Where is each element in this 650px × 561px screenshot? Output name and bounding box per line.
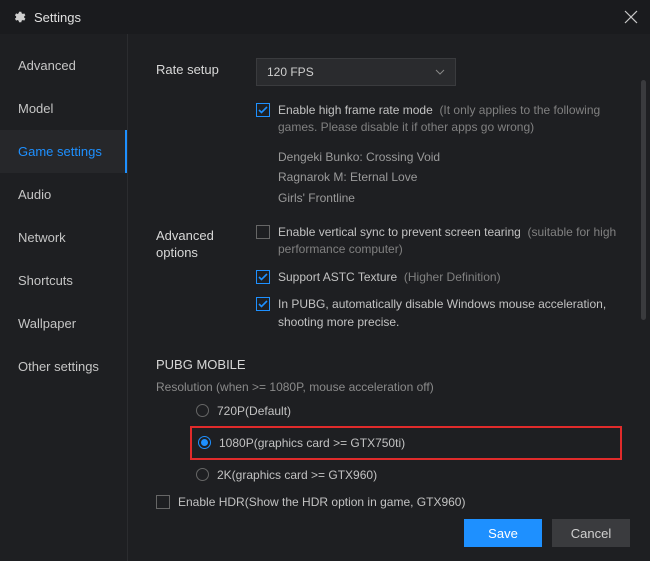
pubg-res-720p[interactable]: 720P(Default): [196, 404, 622, 418]
pubg-mouse-text: In PUBG, automatically disable Windows m…: [278, 296, 622, 331]
gear-icon: [12, 10, 26, 24]
pubg-mouse-checkbox[interactable]: [256, 297, 270, 311]
rate-setup-select[interactable]: 120 FPS: [256, 58, 456, 86]
pubg-res-2k[interactable]: 2K(graphics card >= GTX960): [196, 468, 622, 482]
astc-text: Support ASTC Texture (Higher Definition): [278, 269, 501, 286]
save-button[interactable]: Save: [464, 519, 542, 547]
sidebar-item-advanced[interactable]: Advanced: [0, 44, 127, 87]
advanced-options-label: Advanced options: [156, 224, 256, 341]
rate-setup-value: 120 FPS: [267, 65, 314, 79]
sidebar-item-game-settings[interactable]: Game settings: [0, 130, 127, 173]
high-frame-game-list: Dengeki Bunko: Crossing Void Ragnarok M:…: [278, 147, 622, 208]
window-title: Settings: [34, 10, 81, 25]
chevron-down-icon: [435, 69, 445, 75]
high-frame-checkbox[interactable]: [256, 103, 270, 117]
sidebar: Advanced Model Game settings Audio Netwo…: [0, 34, 128, 561]
hdr-checkbox[interactable]: [156, 495, 170, 509]
cancel-button[interactable]: Cancel: [552, 519, 630, 547]
pubg-subhint: Resolution (when >= 1080P, mouse acceler…: [156, 380, 622, 394]
pubg-heading: PUBG MOBILE: [156, 357, 622, 372]
sidebar-item-model[interactable]: Model: [0, 87, 127, 130]
sidebar-item-other-settings[interactable]: Other settings: [0, 345, 127, 388]
sidebar-item-network[interactable]: Network: [0, 216, 127, 259]
sidebar-item-shortcuts[interactable]: Shortcuts: [0, 259, 127, 302]
main-panel: Rate setup 120 FPS Enable high frame rat…: [128, 34, 650, 561]
close-icon[interactable]: [624, 10, 638, 24]
pubg-res-1080p[interactable]: 1080P(graphics card >= GTX750ti): [198, 436, 614, 450]
hdr-text: Enable HDR(Show the HDR option in game, …: [178, 494, 465, 511]
vsync-checkbox[interactable]: [256, 225, 270, 239]
highlight-box: 1080P(graphics card >= GTX750ti): [190, 426, 622, 460]
titlebar: Settings: [0, 0, 650, 34]
sidebar-item-audio[interactable]: Audio: [0, 173, 127, 216]
high-frame-text: Enable high frame rate mode (It only app…: [278, 102, 622, 137]
rate-setup-label: Rate setup: [156, 58, 256, 86]
pubg-resolution-group: 720P(Default) 1080P(graphics card >= GTX…: [196, 404, 622, 482]
vsync-text: Enable vertical sync to prevent screen t…: [278, 224, 622, 259]
footer: Save Cancel: [464, 519, 630, 547]
scrollbar[interactable]: [641, 80, 646, 320]
sidebar-item-wallpaper[interactable]: Wallpaper: [0, 302, 127, 345]
astc-checkbox[interactable]: [256, 270, 270, 284]
